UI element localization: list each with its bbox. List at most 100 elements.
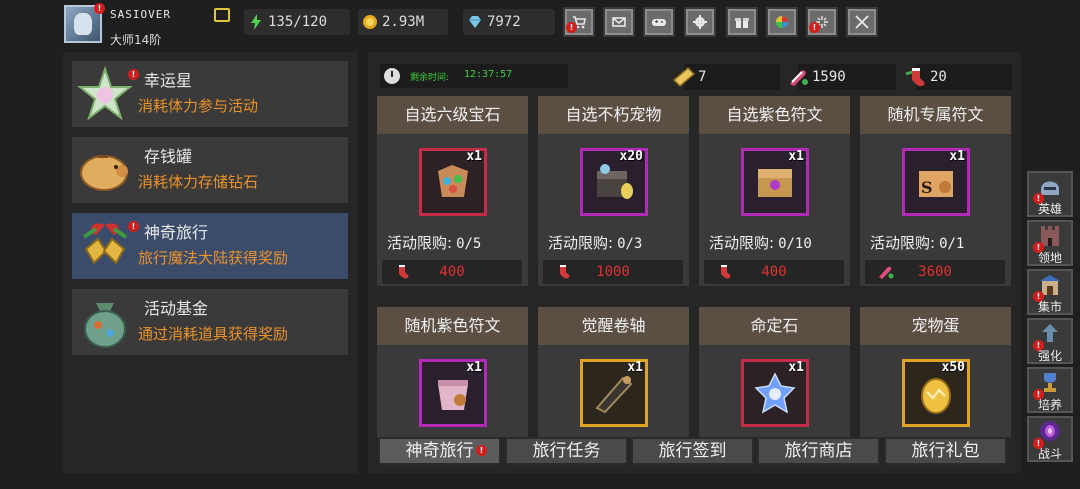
buy-button[interactable]: 400 (704, 260, 844, 284)
avatar-alert-icon: ! (94, 3, 105, 14)
sock-icon (905, 68, 925, 87)
shop-item-card[interactable]: 觉醒卷轴 x1 (538, 307, 689, 437)
tab-travel-tasks[interactable]: 旅行任务 (505, 437, 628, 465)
nav-upgrade[interactable]: ! 强化 (1027, 318, 1073, 364)
sidebar-item-activity-fund[interactable]: 活动基金 通过消耗道具获得奖励 (72, 289, 348, 355)
shop-item-card[interactable]: 自选六级宝石 x1 活动限购: 0/5 400 (377, 96, 528, 286)
top-bar: ! SASIOVER 大师14阶 135/120 2.93M 7972 ! ! (0, 0, 1080, 50)
gamepad-button[interactable] (643, 7, 675, 37)
item-body: x50 (860, 345, 1011, 437)
item-slot: x1 (580, 359, 648, 427)
timer-value: 12:37:57 (464, 69, 513, 80)
item-qty: x1 (466, 149, 482, 164)
buy-button[interactable]: 1000 (543, 260, 683, 284)
shop-item-card[interactable]: 自选紫色符文 x1 活动限购: 0/10 400 (699, 96, 850, 286)
item-qty: x1 (788, 149, 804, 164)
tab-travel-checkin[interactable]: 旅行签到 (631, 437, 754, 465)
exclusive-rune-icon: S (919, 171, 953, 197)
nav-cultivate[interactable]: ! 培养 (1027, 367, 1073, 413)
nav-heroes[interactable]: ! 英雄 (1027, 171, 1073, 217)
nav-territory[interactable]: ! 领地 (1027, 220, 1073, 266)
ticket-counter: 7 (672, 64, 780, 90)
tab-magic-travel[interactable]: 神奇旅行 ! (378, 437, 501, 465)
tab-travel-shop[interactable]: 旅行商店 (757, 437, 880, 465)
item-qty: x1 (466, 360, 482, 375)
shop-item-card[interactable]: 随机紫色符文 x1 (377, 307, 528, 437)
lottery-button[interactable] (766, 7, 798, 37)
sidebar-item-title: 神奇旅行 (144, 223, 209, 242)
item-body: S x1 活动限购: 0/1 3600 (860, 134, 1011, 286)
item-slot: x1 (741, 359, 809, 427)
item-slot: x50 (902, 359, 970, 427)
item-price: 3600 (918, 264, 952, 280)
limit-value: 0/1 (939, 236, 965, 252)
stamina-counter: 135/120 (244, 9, 350, 35)
sidebar-item-piggy-bank[interactable]: 存钱罐 消耗体力存储钻石 (72, 137, 348, 203)
item-slot: x1 (419, 148, 487, 216)
nav-label: 英雄 (1037, 202, 1062, 216)
pet-chest-icon (597, 164, 633, 199)
player-rank: 大师14阶 (110, 33, 162, 47)
tab-travel-packs[interactable]: 旅行礼包 (884, 437, 1007, 465)
gift-bell-icon (82, 223, 128, 265)
nav-battle[interactable]: ! 战斗 (1027, 416, 1073, 462)
item-qty: x1 (788, 360, 804, 375)
limit-label: 活动限购: (870, 234, 936, 252)
item-title: 自选六级宝石 (377, 96, 528, 134)
color-wheel-icon (776, 16, 788, 28)
item-title: 随机专属符文 (860, 96, 1011, 134)
purchase-limit: 活动限购: 0/10 (709, 232, 812, 253)
sidebar-item-lucky-star[interactable]: ! 幸运星 消耗体力参与活动 (72, 61, 348, 127)
mail-button[interactable] (603, 7, 635, 37)
buy-button[interactable]: 400 (382, 260, 522, 284)
activity-sidebar: ! 幸运星 消耗体力参与活动 存钱罐 消耗体力存储钻石 ! 神奇旅行 旅行魔法大… (63, 52, 358, 473)
item-title: 觉醒卷轴 (538, 307, 689, 345)
gift-button[interactable] (726, 7, 758, 37)
nav-market[interactable]: ! 集市 (1027, 269, 1073, 315)
sock-value: 20 (930, 69, 947, 85)
edit-icon[interactable] (214, 8, 230, 22)
clock-icon (384, 68, 400, 84)
gift-icon (735, 18, 749, 28)
battle-button[interactable] (846, 7, 878, 37)
gold-counter: 2.93M (358, 9, 448, 35)
shop-item-card[interactable]: 命定石 x1 (699, 307, 850, 437)
sidebar-item-title: 活动基金 (144, 299, 209, 318)
ticket-icon (672, 66, 696, 88)
rune-chest-icon (758, 169, 792, 197)
item-price: 400 (761, 264, 787, 280)
item-title: 宠物蛋 (860, 307, 1011, 345)
nav-label: 强化 (1037, 349, 1062, 363)
settings-button[interactable] (684, 7, 716, 37)
purchase-limit: 活动限购: 0/3 (548, 232, 642, 253)
shop-item-card[interactable]: 宠物蛋 x50 (860, 307, 1011, 437)
item-qty: x20 (619, 149, 643, 164)
shop-item-card[interactable]: 随机专属符文 S x1 活动限购: 0/1 3600 (860, 96, 1011, 286)
gold-coin-icon (363, 15, 377, 29)
item-price: 1000 (596, 264, 630, 280)
limit-label: 活动限购: (548, 234, 614, 252)
purchase-limit: 活动限购: 0/5 (387, 232, 481, 253)
nav-label: 战斗 (1037, 447, 1062, 461)
sidebar-item-title: 幸运星 (144, 71, 193, 90)
candy-value: 1590 (812, 69, 846, 85)
mail-icon (612, 17, 626, 27)
sidebar-item-magic-travel[interactable]: ! 神奇旅行 旅行魔法大陆获得奖励 (72, 213, 348, 279)
item-qty: x1 (627, 360, 643, 375)
item-body: x1 (699, 345, 850, 437)
tab-label: 旅行商店 (784, 441, 853, 461)
scroll-icon (595, 376, 633, 414)
sidebar-item-desc: 旅行魔法大陆获得奖励 (138, 249, 289, 267)
svg-text:S: S (921, 178, 933, 197)
item-title: 命定石 (699, 307, 850, 345)
nav-label: 培养 (1037, 398, 1062, 412)
lucky-star-alert-icon: ! (128, 69, 139, 80)
tab-label: 旅行任务 (532, 441, 601, 461)
tab-alert-icon: ! (476, 445, 487, 456)
item-slot: S x1 (902, 148, 970, 216)
shop-item-card[interactable]: 自选不朽宠物 x20 活动限购: 0/3 1000 (538, 96, 689, 286)
item-qty: x50 (941, 360, 965, 375)
sidebar-item-desc: 通过消耗道具获得奖励 (138, 325, 289, 343)
buy-button[interactable]: 3600 (865, 260, 1005, 284)
shop-alert-icon: ! (566, 22, 577, 33)
